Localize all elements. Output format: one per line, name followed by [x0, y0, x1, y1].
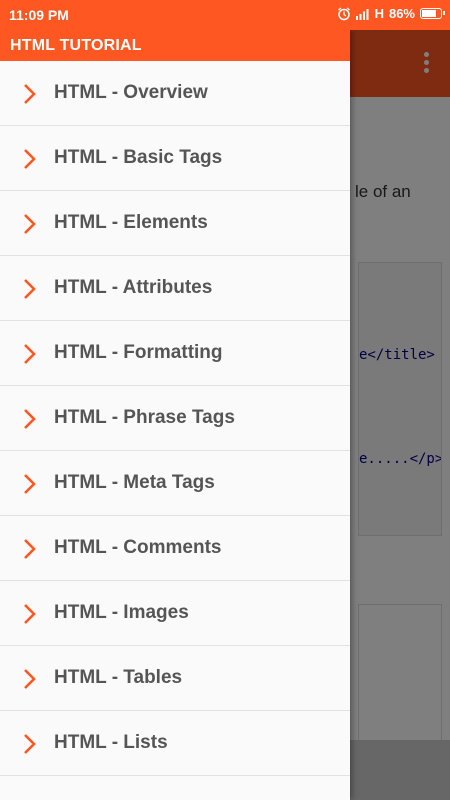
- drawer-item-label: HTML - Tables: [54, 667, 183, 688]
- drawer-item[interactable]: HTML - Images: [0, 581, 350, 646]
- chevron-right-icon: [20, 148, 40, 170]
- drawer-item[interactable]: HTML - Comments: [0, 516, 350, 581]
- chevron-right-icon: [20, 343, 40, 365]
- chevron-right-icon: [20, 408, 40, 430]
- chevron-right-icon: [20, 213, 40, 235]
- navigation-drawer: HTML TUTORIAL HTML - Overview HTML - Basi…: [0, 30, 350, 800]
- network-type: H: [374, 6, 384, 21]
- drawer-item[interactable]: HTML - Basic Tags: [0, 126, 350, 191]
- drawer-item-label: HTML - Meta Tags: [54, 472, 215, 493]
- battery-icon: [420, 8, 445, 19]
- chevron-right-icon: [20, 538, 40, 560]
- chevron-right-icon: [20, 473, 40, 495]
- drawer-item[interactable]: HTML - Overview: [0, 61, 350, 126]
- drawer-item[interactable]: HTML - Elements: [0, 191, 350, 256]
- status-icons: H 86%: [337, 6, 445, 21]
- chevron-right-icon: [20, 83, 40, 105]
- drawer-item-label: HTML - Phrase Tags: [54, 407, 235, 428]
- drawer-item[interactable]: HTML - Lists: [0, 711, 350, 776]
- battery-fill: [422, 10, 436, 17]
- chevron-right-icon: [20, 668, 40, 690]
- drawer-item-label: HTML - Attributes: [54, 277, 213, 298]
- drawer-item[interactable]: HTML - Formatting: [0, 321, 350, 386]
- drawer-title: HTML TUTORIAL: [0, 30, 350, 61]
- drawer-item[interactable]: HTML - Phrase Tags: [0, 386, 350, 451]
- drawer-item[interactable]: HTML - Attributes: [0, 256, 350, 321]
- drawer-item[interactable]: HTML - Tables: [0, 646, 350, 711]
- chevron-right-icon: [20, 278, 40, 300]
- chevron-right-icon: [20, 603, 40, 625]
- battery-percent: 86%: [388, 6, 415, 21]
- drawer-item[interactable]: HTML - Meta Tags: [0, 451, 350, 516]
- drawer-item-label: HTML - Comments: [54, 537, 222, 558]
- drawer-item-label: HTML - Elements: [54, 212, 208, 233]
- signal-icon: [355, 8, 370, 20]
- status-time: 11:09 PM: [9, 7, 69, 23]
- chevron-right-icon: [20, 733, 40, 755]
- drawer-item-label: HTML - Formatting: [54, 342, 223, 363]
- alarm-icon: [337, 6, 351, 21]
- status-bar: 11:09 PM H 86%: [0, 0, 450, 30]
- drawer-item-label: HTML - Lists: [54, 732, 168, 753]
- drawer-list: HTML - Overview HTML - Basic Tags HTML - E…: [0, 61, 350, 776]
- drawer-item-label: HTML - Images: [54, 602, 189, 623]
- drawer-item-label: HTML - Overview: [54, 82, 208, 103]
- drawer-item-label: HTML - Basic Tags: [54, 147, 223, 168]
